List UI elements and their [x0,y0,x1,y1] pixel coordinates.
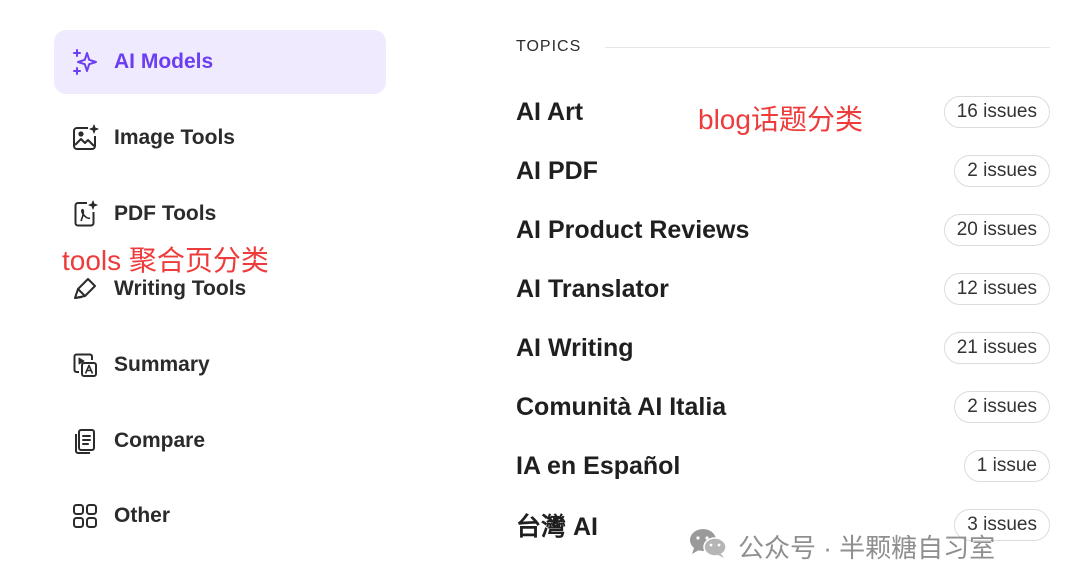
pdf-sparkle-icon [70,199,100,229]
topic-name[interactable]: 台灣 AI [516,507,598,543]
issue-count-badge: 16 issues [943,96,1050,128]
sidebar-item-label: AI Models [114,50,214,73]
issue-count-badge: 21 issues [943,332,1050,364]
issue-count-badge: 12 issues [943,273,1050,305]
topic-row[interactable]: AI PDF 2 issues [516,151,1050,191]
sidebar-item-label: Writing Tools [114,277,247,300]
sidebar-item-label: PDF Tools [114,202,217,225]
page: AI Models Image Tools PDF Tools Writing … [0,0,1080,588]
summary-icon [70,350,100,380]
topic-name[interactable]: AI Art [516,98,583,127]
issue-count-badge: 2 issues [954,391,1050,423]
sidebar-item-label: Image Tools [114,126,235,149]
wechat-icon [688,527,728,566]
image-sparkle-icon [70,123,100,153]
topic-name[interactable]: AI Translator [516,275,669,304]
topic-row[interactable]: AI Translator 12 issues [516,269,1050,309]
topic-row[interactable]: AI Art 16 issues [516,92,1050,132]
topic-row[interactable]: AI Writing 21 issues [516,328,1050,368]
watermark: 公众号 · 半颗糖自习室 [688,528,995,564]
sidebar-item-label: Summary [114,353,210,376]
topic-row[interactable]: Comunità AI Italia 2 issues [516,387,1050,427]
topic-row[interactable]: IA en Español 1 issue [516,446,1050,486]
topics-title: TOPICS [516,38,582,55]
annotation-tools-category: tools 聚合页分类 [62,245,269,276]
sidebar-item-compare[interactable]: Compare [54,409,386,473]
sidebar-item-ai-models[interactable]: AI Models [54,30,386,94]
sidebar-item-label: Other [114,504,171,527]
topics-header: TOPICS [516,36,1050,58]
divider [605,46,1050,48]
sidebar-item-image-tools[interactable]: Image Tools [54,106,386,170]
topic-name[interactable]: IA en Español [516,452,680,481]
issue-count-badge: 20 issues [943,214,1050,246]
topic-row[interactable]: AI Product Reviews 20 issues [516,210,1050,250]
sparkles-icon [70,47,100,77]
issue-count-badge: 2 issues [954,155,1050,187]
sidebar-item-summary[interactable]: Summary [54,333,386,397]
issue-count-badge: 1 issue [963,450,1050,482]
watermark-text: 公众号 · 半颗糖自习室 [738,532,996,563]
topic-name[interactable]: AI PDF [516,157,598,186]
sidebar-item-pdf-tools[interactable]: PDF Tools [54,182,386,246]
grid-icon [70,501,100,531]
compare-icon [70,426,100,456]
topic-name[interactable]: AI Product Reviews [516,216,749,245]
topic-name[interactable]: AI Writing [516,334,634,363]
topic-name[interactable]: Comunità AI Italia [516,393,726,422]
sidebar-item-other[interactable]: Other [54,484,386,548]
sidebar-item-label: Compare [114,429,206,452]
